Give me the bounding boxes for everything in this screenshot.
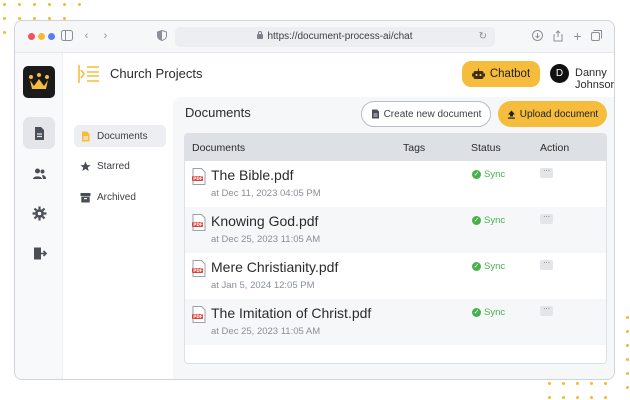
browser-titlebar: ‹ › https://document-process-ai/chat ↻ +: [15, 21, 614, 53]
project-title: Church Projects: [110, 66, 203, 81]
table-header: Documents Tags Status Action: [185, 134, 606, 161]
document-name[interactable]: Mere Christianity.pdf: [211, 259, 338, 275]
pdf-file-icon: PDF: [192, 260, 206, 277]
status-badge: ✓ Sync: [472, 169, 506, 180]
new-tab-plus-icon[interactable]: +: [571, 29, 584, 43]
upload-icon: [507, 110, 515, 119]
table-row[interactable]: PDF The Bible.pdf at Dec 11, 2023 04:05 …: [185, 161, 606, 207]
users-icon: [32, 168, 46, 179]
documents-nav-button[interactable]: [23, 117, 55, 149]
chatbot-label: Chatbot: [489, 68, 531, 80]
tabs-overview-icon[interactable]: [590, 30, 603, 43]
subnav-label-archived: Archived: [97, 191, 136, 203]
pdf-file-icon: PDF: [192, 214, 206, 231]
document-date: at Dec 25, 2023 11:05 AM: [211, 234, 321, 245]
chatbot-button[interactable]: Chatbot: [462, 61, 540, 87]
avatar[interactable]: D: [550, 64, 569, 83]
app-logo[interactable]: [23, 66, 55, 98]
document-icon: [82, 131, 90, 141]
more-actions-button[interactable]: ···: [540, 213, 553, 224]
share-icon[interactable]: [551, 30, 564, 43]
reload-icon[interactable]: ↻: [479, 27, 487, 47]
settings-nav-button[interactable]: [23, 197, 55, 229]
subnav-item-documents[interactable]: Documents: [74, 125, 166, 147]
document-name[interactable]: The Imitation of Christ.pdf: [211, 305, 371, 321]
status-badge: ✓ Sync: [472, 215, 506, 226]
logout-icon: [33, 247, 47, 259]
more-actions-button[interactable]: ···: [540, 259, 553, 270]
document-name[interactable]: The Bible.pdf: [211, 167, 294, 183]
subnav-label-starred: Starred: [97, 160, 130, 172]
lock-icon: [257, 31, 264, 39]
status-badge: ✓ Sync: [472, 261, 506, 272]
more-actions-button[interactable]: ···: [540, 167, 553, 178]
check-circle-icon: ✓: [472, 308, 481, 317]
table-row[interactable]: PDF Mere Christianity.pdf at Jan 5, 2024…: [185, 253, 606, 299]
user-name[interactable]: Danny Johnson: [575, 67, 614, 91]
upload-document-label: Upload document: [519, 108, 599, 120]
documents-content: Documents Create new document Upload doc…: [173, 97, 614, 379]
subnav-label-documents: Documents: [97, 130, 148, 142]
close-window-dot[interactable]: [28, 33, 35, 40]
page-title: Documents: [185, 105, 251, 120]
download-icon[interactable]: [531, 30, 544, 43]
browser-window: ‹ › https://document-process-ai/chat ↻ +: [14, 20, 615, 380]
minimize-window-dot[interactable]: [38, 33, 45, 40]
gear-icon: [32, 206, 46, 220]
document-date: at Dec 25, 2023 11:05 AM: [211, 326, 321, 337]
column-header-status[interactable]: Status: [471, 142, 501, 154]
document-date: at Jan 5, 2024 12:05 PM: [211, 280, 315, 291]
subnav-item-archived[interactable]: Archived: [74, 186, 166, 208]
svg-text:PDF: PDF: [193, 268, 203, 273]
users-nav-button[interactable]: [23, 157, 55, 189]
create-new-document-button[interactable]: Create new document: [361, 101, 491, 127]
privacy-shield-icon[interactable]: [155, 29, 168, 43]
crown-logo-icon: [29, 73, 49, 89]
app-header: Church Projects Chatbot D Danny Johnson: [63, 53, 614, 97]
check-circle-icon: ✓: [472, 262, 481, 271]
pdf-file-icon: PDF: [192, 306, 206, 323]
forward-arrow-icon[interactable]: ›: [99, 30, 112, 43]
svg-text:PDF: PDF: [193, 222, 203, 227]
document-name[interactable]: Knowing God.pdf: [211, 213, 318, 229]
star-icon: [80, 161, 91, 171]
table-row[interactable]: PDF Knowing God.pdf at Dec 25, 2023 11:0…: [185, 207, 606, 253]
menu-toggle-icon[interactable]: [78, 64, 100, 84]
document-icon: [34, 126, 44, 140]
sidebar-toggle-icon[interactable]: [60, 30, 73, 43]
check-circle-icon: ✓: [472, 216, 481, 225]
pdf-file-icon: PDF: [192, 168, 206, 185]
status-badge: ✓ Sync: [472, 307, 506, 318]
more-actions-button[interactable]: ···: [540, 305, 553, 316]
svg-text:PDF: PDF: [193, 176, 203, 181]
check-circle-icon: ✓: [472, 170, 481, 179]
address-bar[interactable]: https://document-process-ai/chat ↻: [175, 27, 495, 47]
column-header-documents[interactable]: Documents: [192, 142, 245, 154]
document-icon: [371, 109, 379, 119]
documents-subnav: Documents Starred Archived: [63, 97, 173, 379]
back-arrow-icon[interactable]: ‹: [80, 30, 93, 43]
document-date: at Dec 11, 2023 04:05 PM: [211, 188, 321, 199]
column-header-tags[interactable]: Tags: [403, 142, 425, 154]
url-text: https://document-process-ai/chat: [267, 31, 413, 42]
column-header-action[interactable]: Action: [540, 142, 569, 154]
logout-nav-button[interactable]: [23, 237, 55, 269]
app-icon-sidebar: [15, 53, 63, 379]
subnav-item-starred[interactable]: Starred: [74, 155, 166, 177]
svg-text:PDF: PDF: [193, 314, 203, 319]
robot-icon: [471, 68, 485, 79]
documents-table: Documents Tags Status Action PDF The Bib…: [184, 133, 607, 364]
maximize-window-dot[interactable]: [48, 33, 55, 40]
table-row[interactable]: PDF The Imitation of Christ.pdf at Dec 2…: [185, 299, 606, 345]
archive-icon: [80, 192, 91, 202]
upload-document-button[interactable]: Upload document: [498, 101, 607, 127]
create-new-document-label: Create new document: [383, 108, 482, 120]
